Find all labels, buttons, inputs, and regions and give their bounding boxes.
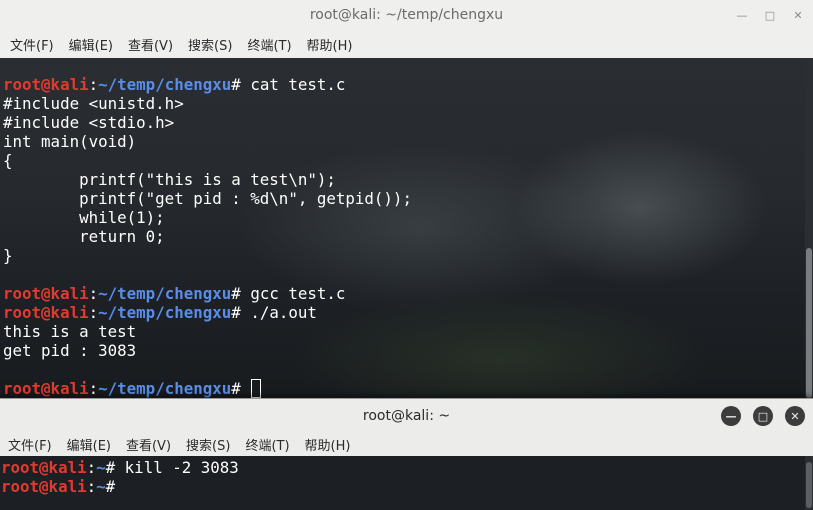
scrollbar[interactable] — [805, 58, 813, 400]
prompt-colon: : — [86, 458, 97, 477]
prompt-colon: : — [88, 379, 99, 398]
title-bar[interactable]: root@kali: ~/temp/chengxu — □ ✕ — [0, 0, 813, 30]
output-line: #include <unistd.h> — [3, 94, 184, 113]
prompt-path: ~/temp/chengxu — [98, 75, 232, 94]
command-text: gcc test.c — [250, 284, 346, 303]
close-icon[interactable]: ✕ — [785, 406, 805, 426]
menu-bar: 文件(F) 编辑(E) 查看(V) 搜索(S) 终端(T) 帮助(H) — [0, 30, 813, 58]
output-line: } — [3, 246, 13, 265]
output-line: #include <stdio.h> — [3, 113, 175, 132]
menu-file[interactable]: 文件(F) — [10, 35, 54, 54]
prompt-symbol: # — [231, 75, 251, 94]
menu-help[interactable]: 帮助(H) — [307, 35, 353, 54]
terminal-window-home[interactable]: root@kali: ~ — □ ✕ 文件(F) 编辑(E) 查看(V) 搜索(… — [0, 398, 813, 510]
maximize-icon[interactable]: □ — [753, 406, 773, 426]
prompt-line: root@kali:~/temp/chengxu# ./a.out — [3, 303, 813, 322]
prompt-symbol: # — [105, 477, 125, 496]
prompt-user: root@kali — [3, 75, 89, 94]
output-line: this is a test — [3, 322, 137, 341]
title-bar[interactable]: root@kali: ~ — □ ✕ — [0, 399, 813, 432]
prompt-colon: : — [88, 75, 99, 94]
prompt-user: root@kali — [1, 477, 87, 496]
prompt-symbol: # — [105, 458, 125, 477]
command-text: ./a.out — [250, 303, 317, 322]
prompt-line: root@kali:~# — [1, 477, 813, 496]
close-icon[interactable]: ✕ — [789, 6, 807, 24]
prompt-user: root@kali — [3, 284, 89, 303]
terminal-window-chengxu[interactable]: root@kali: ~/temp/chengxu — □ ✕ 文件(F) 编辑… — [0, 0, 813, 400]
menu-help[interactable]: 帮助(H) — [305, 435, 351, 454]
prompt-user: root@kali — [3, 303, 89, 322]
output-line: printf("get pid : %d\n", getpid()); — [3, 189, 412, 208]
menu-terminal[interactable]: 终端(T) — [247, 35, 291, 54]
minimize-icon[interactable]: — — [733, 6, 751, 24]
output-line: return 0; — [3, 227, 165, 246]
prompt-symbol: # — [231, 284, 251, 303]
prompt-path: ~/temp/chengxu — [98, 303, 232, 322]
window-controls: — □ ✕ — [733, 6, 807, 24]
terminal-output[interactable]: root@kali:~/temp/chengxu# cat test.c #in… — [0, 58, 813, 400]
scrollbar[interactable] — [805, 456, 813, 510]
output-line: { — [3, 151, 13, 170]
prompt-symbol: # — [231, 379, 251, 398]
scrollbar-thumb[interactable] — [806, 462, 812, 508]
prompt-line: root@kali:~/temp/chengxu# — [3, 379, 813, 398]
prompt-user: root@kali — [3, 379, 89, 398]
menu-terminal[interactable]: 终端(T) — [245, 435, 289, 454]
prompt-user: root@kali — [1, 458, 87, 477]
maximize-icon[interactable]: □ — [761, 6, 779, 24]
prompt-colon: : — [88, 303, 99, 322]
output-line: int main(void) — [3, 132, 137, 151]
minimize-icon[interactable]: — — [721, 406, 741, 426]
terminal-output[interactable]: root@kali:~# kill -2 3083 root@kali:~# — [0, 456, 813, 510]
menu-view[interactable]: 查看(V) — [126, 435, 171, 454]
text-cursor — [251, 379, 262, 398]
prompt-path: ~/temp/chengxu — [98, 379, 232, 398]
menu-edit[interactable]: 编辑(E) — [69, 35, 113, 54]
menu-edit[interactable]: 编辑(E) — [67, 435, 111, 454]
menu-search[interactable]: 搜索(S) — [188, 35, 232, 54]
output-line: while(1); — [3, 208, 165, 227]
prompt-symbol: # — [231, 303, 251, 322]
prompt-line: root@kali:~# kill -2 3083 — [1, 458, 813, 477]
prompt-path: ~ — [96, 477, 106, 496]
menu-file[interactable]: 文件(F) — [8, 435, 52, 454]
window-title: root@kali: ~/temp/chengxu — [309, 7, 504, 23]
scrollbar-thumb[interactable] — [806, 248, 812, 398]
prompt-line: root@kali:~/temp/chengxu# gcc test.c — [3, 284, 813, 303]
output-line: printf("this is a test\n"); — [3, 170, 336, 189]
prompt-path: ~/temp/chengxu — [98, 284, 232, 303]
prompt-path: ~ — [96, 458, 106, 477]
menu-search[interactable]: 搜索(S) — [186, 435, 230, 454]
window-title: root@kali: ~ — [362, 407, 451, 424]
prompt-line: root@kali:~/temp/chengxu# cat test.c — [3, 75, 813, 94]
output-line: get pid : 3083 — [3, 341, 137, 360]
command-text: cat test.c — [250, 75, 346, 94]
menu-bar: 文件(F) 编辑(E) 查看(V) 搜索(S) 终端(T) 帮助(H) — [0, 432, 813, 456]
command-text: kill -2 3083 — [124, 458, 239, 477]
menu-view[interactable]: 查看(V) — [128, 35, 173, 54]
prompt-colon: : — [88, 284, 99, 303]
window-controls: — □ ✕ — [721, 406, 805, 426]
prompt-colon: : — [86, 477, 97, 496]
